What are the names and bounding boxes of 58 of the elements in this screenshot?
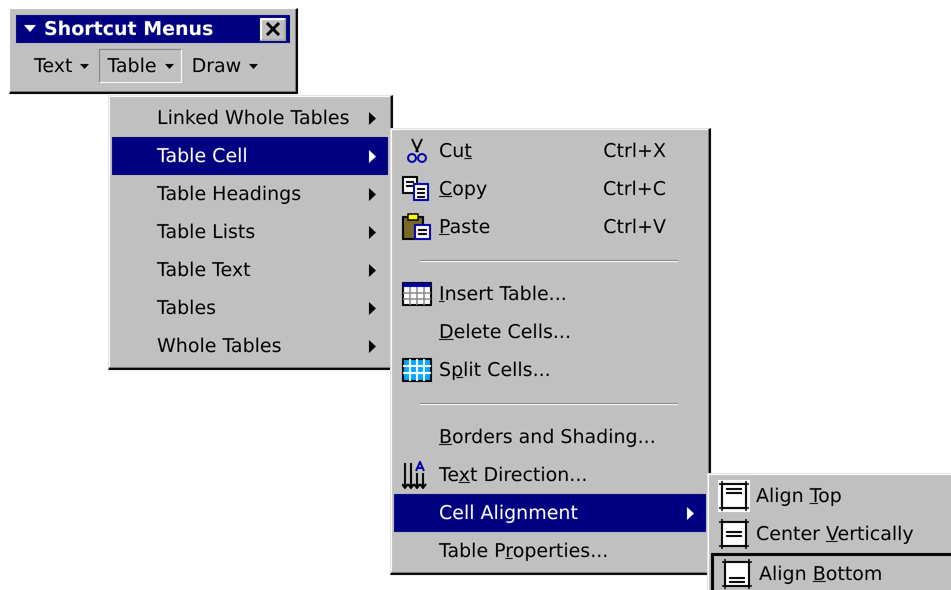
caret-icon	[80, 64, 90, 68]
menu-item-label: Table Text	[157, 259, 251, 281]
menu-item[interactable]: Table Lists	[112, 213, 388, 251]
menu-item-label: Tables	[157, 297, 216, 319]
menu-item-label: Linked Whole Tables	[157, 107, 350, 129]
menu-item-label: Align Bottom	[759, 562, 882, 584]
close-button[interactable]	[260, 18, 286, 40]
menu-item[interactable]: Table Text	[112, 251, 388, 289]
menu-item[interactable]: Tables	[112, 289, 388, 327]
menu-item-label: Center Vertically	[756, 523, 914, 545]
toolbar-menu-button[interactable]: Table	[99, 49, 182, 83]
menu-item-label: Borders and Shading...	[439, 426, 656, 448]
copy-icon	[402, 176, 432, 202]
menu-item[interactable]: Table Properties...	[394, 532, 706, 570]
menu-item-label: Table Properties...	[439, 540, 608, 562]
menu-item[interactable]: Cut Ctrl+X	[394, 132, 706, 170]
menu-item-label: Insert Table...	[439, 283, 567, 305]
menu-item[interactable]: Text Direction...	[394, 456, 706, 494]
menu-item[interactable]: Borders and Shading...	[394, 418, 706, 456]
toolbar-menu-button[interactable]: Text	[26, 49, 98, 83]
menu-item[interactable]: Align Bottom	[711, 553, 951, 590]
menu-item[interactable]: Paste Ctrl+V	[394, 208, 706, 246]
caret-icon	[164, 64, 174, 68]
menu-item[interactable]: Align Top	[711, 477, 951, 515]
menu-item-label: Align Top	[756, 485, 842, 507]
toolbar-menu-button[interactable]: Draw	[184, 49, 266, 83]
menu-item-label: Delete Cells...	[439, 321, 572, 343]
menu-item-label: Table Lists	[157, 221, 256, 243]
menu-item-label: Split Cells...	[439, 359, 551, 381]
close-icon	[265, 22, 281, 36]
menu-item-label: Paste	[439, 216, 490, 238]
grid-icon	[402, 358, 432, 382]
menu-item-label: Whole Tables	[157, 335, 282, 357]
menu-item-label: Table Headings	[157, 183, 302, 205]
menu-item-label: Cell Alignment	[439, 502, 578, 524]
menu-item-label: Text Direction...	[439, 464, 588, 486]
menu-item[interactable]: Linked Whole Tables	[112, 99, 388, 137]
menu-item-label: Cut	[439, 140, 472, 162]
menu-item[interactable]: Cell Alignment	[394, 494, 706, 532]
menu-item[interactable]: Whole Tables	[112, 327, 388, 365]
shortcut-label: Ctrl+X	[603, 140, 666, 162]
clipboard-icon	[402, 213, 432, 241]
caret-icon	[249, 64, 258, 68]
menu-item-label: Table Cell	[157, 145, 248, 167]
table-icon	[402, 282, 432, 306]
shortcut-label: Ctrl+V	[603, 216, 666, 238]
menu-item[interactable]: Insert Table...	[394, 275, 706, 313]
menu-item[interactable]: Table Cell	[112, 137, 388, 175]
menu-item[interactable]: Center Vertically	[711, 515, 951, 553]
menu-item-label: Copy	[439, 178, 488, 200]
menu-item[interactable]: Split Cells...	[394, 351, 706, 389]
menu-item[interactable]: Copy Ctrl+C	[394, 170, 706, 208]
menu-item[interactable]: Table Headings	[112, 175, 388, 213]
window-title: Shortcut Menus	[44, 18, 214, 40]
menu-item[interactable]: Delete Cells...	[394, 313, 706, 351]
scissors-icon	[406, 138, 428, 164]
shortcut-label: Ctrl+C	[603, 178, 666, 200]
dropdown-arrow-icon[interactable]	[24, 25, 36, 33]
